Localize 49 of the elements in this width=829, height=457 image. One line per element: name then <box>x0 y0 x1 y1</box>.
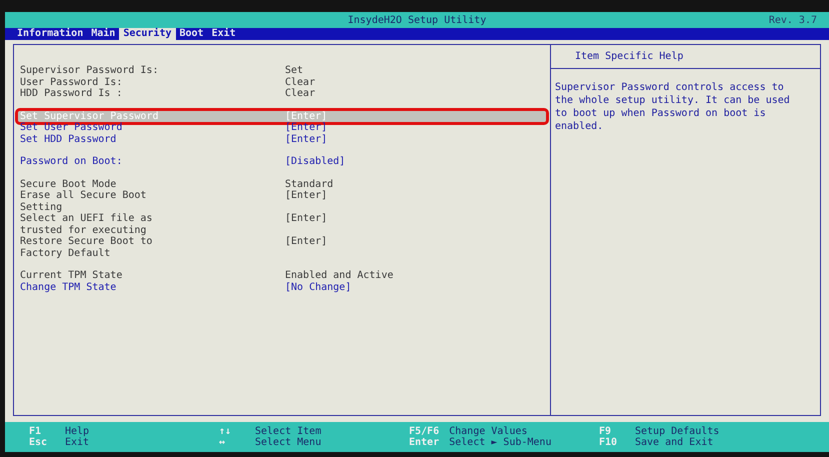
setting-value[interactable]: [Enter] <box>285 134 328 145</box>
setting-value[interactable]: [Enter] <box>285 236 328 259</box>
key-name: F9 <box>599 426 612 437</box>
key-action: Exit <box>65 437 90 448</box>
key-name: F10 <box>599 437 618 448</box>
setting-label: Current TPM State <box>20 270 122 282</box>
setting-value: Enabled and Active <box>285 270 394 282</box>
setting-value[interactable]: [Disabled] <box>285 156 346 168</box>
key-action: Save and Exit <box>635 437 714 448</box>
help-text: Supervisor Password controls access to the whole setup utility. It can be used to boot up when Password on boot is enabled. <box>554 81 791 134</box>
setting-label[interactable]: Set User Password <box>20 122 122 134</box>
key-name: F1 <box>29 426 42 437</box>
key-name: F5/F6 <box>409 426 440 437</box>
key-action: Select ► Sub-Menu <box>449 437 552 448</box>
setting-label: Secure Boot Mode <box>20 178 116 190</box>
key-action: Change Values <box>449 426 528 437</box>
menu-tab[interactable]: Security <box>119 28 176 40</box>
setting-value: Clear <box>285 88 316 100</box>
menu-tab[interactable]: Information <box>13 28 88 40</box>
key-name: ↑↓ <box>219 426 232 437</box>
menu-tab[interactable]: Boot <box>176 28 208 40</box>
revision-label: Rev. 3.7 <box>768 14 817 26</box>
menu-tab[interactable]: Exit <box>208 28 240 40</box>
key-action: Select Item <box>255 426 322 437</box>
key-name: Enter <box>409 437 440 448</box>
setting-label[interactable]: Password on Boot: <box>20 156 122 168</box>
setting-label[interactable]: Select an UEFI file as trusted for executing <box>20 213 158 236</box>
setting-value: Standard <box>285 178 334 190</box>
key-name: ↔ <box>219 437 226 448</box>
setting-value[interactable]: [Enter] <box>285 190 328 213</box>
setting-value[interactable]: [No Change] <box>285 282 352 293</box>
setting-label[interactable]: Change TPM State <box>20 282 116 293</box>
key-name: Esc <box>29 437 48 448</box>
setting-label[interactable]: Erase all Secure Boot Setting <box>20 190 158 213</box>
help-title: Item Specific Help <box>551 45 820 69</box>
setting-label[interactable]: Restore Secure Boot to Factory Default <box>20 236 158 259</box>
setting-value[interactable]: [Enter] <box>285 122 328 134</box>
setting-label: HDD Password Is : <box>20 88 122 100</box>
window-title: InsydeH2O Setup Utility <box>348 14 486 26</box>
key-action: Help <box>65 426 90 437</box>
key-action: Setup Defaults <box>635 426 720 437</box>
setting-label: Supervisor Password Is: <box>20 65 158 76</box>
setting-label: User Password Is: <box>20 76 122 88</box>
setting-value: Clear <box>285 76 316 88</box>
setting-value: Set <box>285 65 304 76</box>
menu-tab[interactable]: Main <box>87 28 120 40</box>
setting-label[interactable]: Set HDD Password <box>20 134 116 145</box>
key-action: Select Menu <box>255 437 322 448</box>
setting-value[interactable]: [Enter] <box>285 213 328 236</box>
